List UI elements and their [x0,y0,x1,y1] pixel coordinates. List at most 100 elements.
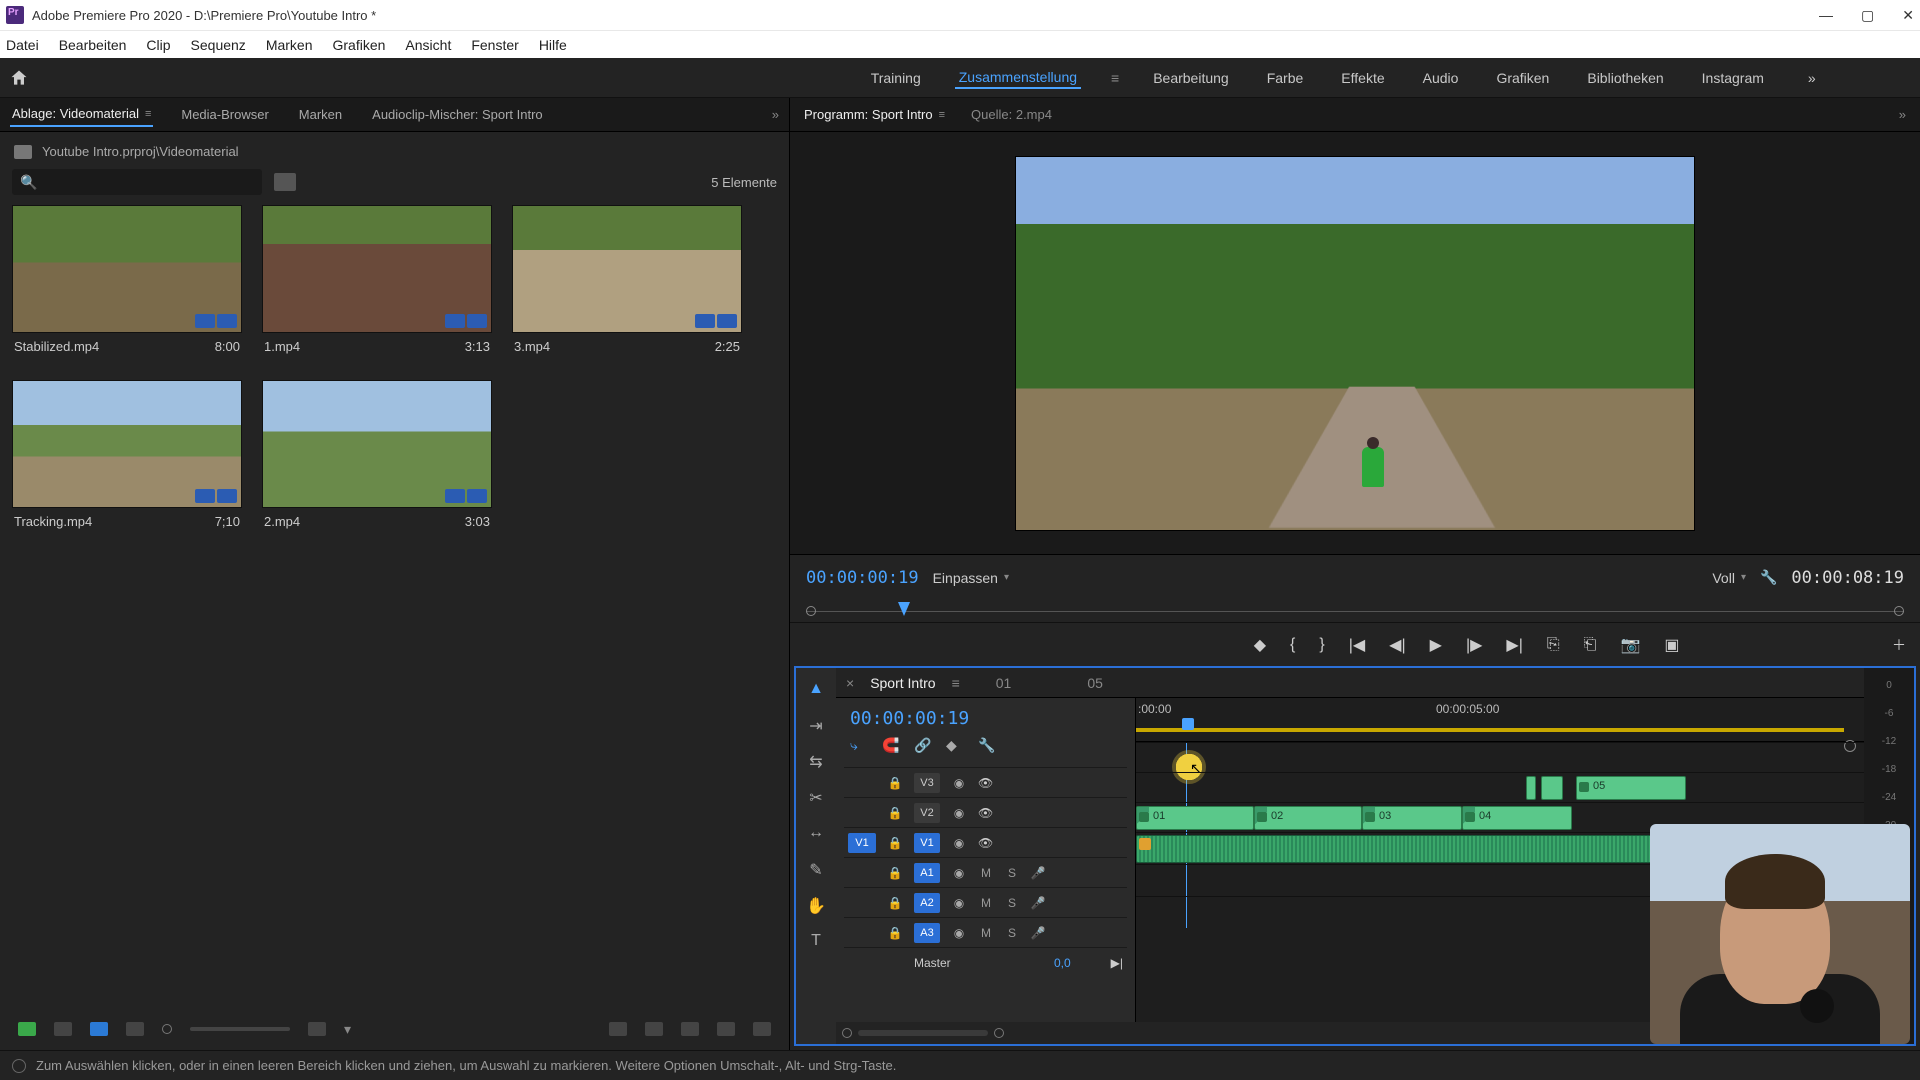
eye-icon[interactable]: 👁 [978,836,993,850]
program-monitor[interactable] [790,132,1920,554]
lock-icon[interactable]: 🔒 [886,776,904,790]
tab-programm[interactable]: Programm: Sport Intro≡ [804,107,945,122]
thumbnail-zoom-slider[interactable] [190,1027,290,1031]
track-header-a3[interactable]: 🔒 A3 ◉ M S 🎤 [844,917,1127,947]
search-input[interactable] [12,169,262,195]
mute-button[interactable]: M [978,866,994,880]
clip-thumbnail[interactable] [12,205,242,333]
menu-hilfe[interactable]: Hilfe [539,37,567,53]
fit-dropdown[interactable]: Einpassen▾ [933,570,1009,586]
workspace-instagram[interactable]: Instagram [1698,68,1768,88]
clip-item[interactable]: Stabilized.mp48:00 [12,205,242,360]
selection-tool[interactable]: ▲ [806,680,826,700]
track-v2[interactable]: 05 [1136,772,1864,802]
lock-icon[interactable]: 🔒 [886,836,904,850]
timeline-timecode[interactable]: 00:00:00:19 [844,704,1127,733]
icon-view-button[interactable] [90,1022,108,1036]
workspace-overflow-icon[interactable]: » [1798,70,1826,86]
sync-lock-icon[interactable]: ◉ [950,836,968,850]
track-label[interactable]: A3 [914,923,940,943]
panel-menu-icon[interactable]: ≡ [952,675,960,691]
tab-audioclip-mischer[interactable]: Audioclip-Mischer: Sport Intro [370,103,545,126]
timeline-clip[interactable]: 04 [1462,806,1572,830]
play-button[interactable]: ▶ [1430,635,1442,655]
lock-icon[interactable]: 🔒 [886,806,904,820]
solo-button[interactable]: S [1004,926,1020,940]
sync-lock-icon[interactable]: ◉ [950,806,968,820]
track-header-master[interactable]: Master 0,0 ▶| [844,947,1127,977]
clip-thumbnail[interactable] [12,380,242,508]
lock-icon[interactable]: 🔒 [886,926,904,940]
linked-selection-icon[interactable]: 🔗 [914,737,932,753]
ripple-tool[interactable]: ⇆ [806,752,826,772]
razor-tool[interactable]: ✂ [806,788,826,808]
sync-lock-icon[interactable]: ◉ [950,926,968,940]
insert-mode-icon[interactable]: ⤷ [850,737,868,753]
workspace-zusammenstellung[interactable]: Zusammenstellung [955,67,1081,89]
solo-button[interactable]: S [1004,866,1020,880]
minimize-button[interactable]: — [1819,7,1833,24]
timeline-clip[interactable] [1541,776,1563,800]
time-ruler[interactable]: :00:00 00:00:05:00 [1136,698,1864,742]
workspace-grafiken[interactable]: Grafiken [1492,68,1553,88]
menu-bearbeiten[interactable]: Bearbeiten [59,37,127,53]
voiceover-button[interactable]: 🎤 [1030,926,1046,940]
pen-tool[interactable]: ✎ [806,860,826,880]
mark-in-button[interactable]: { [1290,636,1295,654]
clip-thumbnail[interactable] [512,205,742,333]
panel-overflow-icon[interactable]: » [772,107,779,122]
source-patch-v1[interactable]: V1 [848,833,876,853]
clip-thumbnail[interactable] [262,205,492,333]
type-tool[interactable]: T [806,932,826,952]
timeline-clip[interactable]: 05 [1576,776,1686,800]
go-to-in-button[interactable]: |◀ [1349,635,1365,655]
wrench-icon[interactable]: 🔧 [1760,569,1777,586]
home-icon[interactable] [8,68,30,88]
solo-button[interactable]: S [1004,896,1020,910]
workspace-farbe[interactable]: Farbe [1263,68,1308,88]
zoom-in-handle[interactable] [994,1028,1004,1038]
menu-ansicht[interactable]: Ansicht [405,37,451,53]
workspace-menu-icon[interactable]: ≡ [1111,70,1119,86]
menu-clip[interactable]: Clip [146,37,170,53]
timeline-clip[interactable]: 02 [1254,806,1362,830]
track-header-v2[interactable]: 🔒 V2 ◉ 👁 [844,797,1127,827]
tab-ablage[interactable]: Ablage: Videomaterial≡ [10,102,153,127]
tab-marken[interactable]: Marken [297,103,344,126]
freeform-view-button[interactable] [126,1022,144,1036]
panel-menu-icon[interactable]: ≡ [939,109,945,121]
chevron-down-icon[interactable]: ▾ [344,1021,351,1038]
sync-lock-icon[interactable]: ◉ [950,896,968,910]
playhead-handle[interactable] [1182,718,1194,730]
track-label[interactable]: V3 [914,773,940,793]
lock-icon[interactable]: 🔒 [886,896,904,910]
lock-icon[interactable]: 🔒 [886,866,904,880]
panel-menu-icon[interactable]: ≡ [145,108,151,120]
tab-media-browser[interactable]: Media-Browser [179,103,270,126]
close-sequence-icon[interactable]: × [846,675,854,691]
workspace-training[interactable]: Training [867,68,925,88]
sort-button[interactable] [308,1022,326,1036]
scrub-start[interactable] [806,606,816,616]
slip-tool[interactable]: ↔ [806,824,826,844]
close-button[interactable]: ✕ [1902,7,1914,24]
mute-button[interactable]: M [978,926,994,940]
menu-datei[interactable]: Datei [6,37,39,53]
track-select-tool[interactable]: ⇥ [806,716,826,736]
scrub-playhead[interactable] [898,602,910,616]
marker-icon[interactable]: ◆ [946,737,964,753]
go-to-out-button[interactable]: ▶| [1506,635,1522,655]
menu-grafiken[interactable]: Grafiken [333,37,386,53]
eye-icon[interactable]: 👁 [978,806,993,820]
track-label[interactable]: V2 [914,803,940,823]
track-header-v3[interactable]: 🔒 V3 ◉ 👁 [844,767,1127,797]
workspace-bearbeitung[interactable]: Bearbeitung [1149,68,1233,88]
scrub-end[interactable] [1894,606,1904,616]
clip-item[interactable]: 2.mp43:03 [262,380,492,535]
bin-folder-icon[interactable] [14,145,32,159]
lift-button[interactable]: ⎘ [1547,636,1560,654]
clip-item[interactable]: 3.mp42:25 [512,205,742,360]
zoom-scrollbar[interactable] [858,1030,988,1036]
zoom-out-handle[interactable] [842,1028,852,1038]
track-label[interactable]: A1 [914,863,940,883]
